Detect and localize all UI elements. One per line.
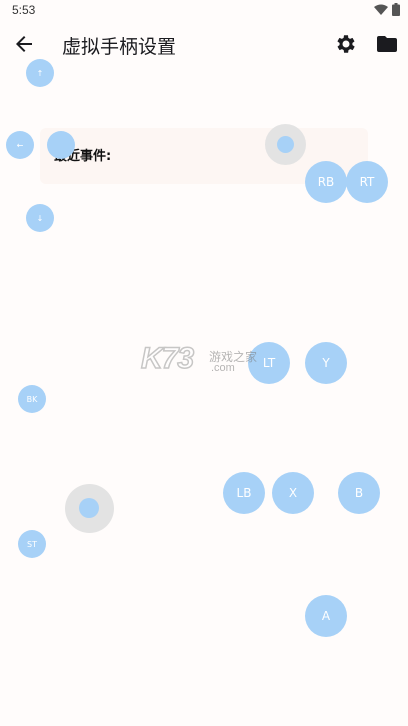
wifi-icon	[374, 4, 388, 15]
x-button[interactable]: X	[272, 472, 314, 514]
status-bar: 5:53	[0, 0, 408, 22]
status-time: 5:53	[12, 3, 36, 17]
rt-button[interactable]: RT	[346, 161, 388, 203]
y-button[interactable]: Y	[305, 342, 347, 384]
dpad-down-button[interactable]: ↓	[26, 204, 54, 232]
dpad-up-button[interactable]: ↑	[26, 59, 54, 87]
dpad-right-button[interactable]	[47, 131, 75, 159]
left-stick-knob[interactable]	[79, 498, 99, 518]
back-arrow-icon[interactable]	[12, 32, 36, 56]
back-button[interactable]: BK	[18, 385, 46, 413]
rb-button[interactable]: RB	[305, 161, 347, 203]
dpad-left-button[interactable]: ←	[6, 131, 34, 159]
status-icons	[374, 3, 400, 16]
watermark-brand: K73	[140, 341, 195, 376]
b-button[interactable]: B	[338, 472, 380, 514]
start-button[interactable]: ST	[18, 530, 46, 558]
watermark-domain: .com	[211, 362, 235, 374]
battery-icon	[392, 3, 400, 16]
lb-button[interactable]: LB	[223, 472, 265, 514]
folder-icon[interactable]	[375, 32, 399, 56]
right-stick-knob[interactable]	[277, 136, 294, 153]
app-bar: 虚拟手柄设置	[0, 22, 408, 68]
gear-icon[interactable]	[334, 32, 358, 56]
a-button[interactable]: A	[305, 595, 347, 637]
k73-watermark-logo: K73 游戏之家 .com	[140, 341, 266, 378]
page-title: 虚拟手柄设置	[62, 36, 177, 58]
